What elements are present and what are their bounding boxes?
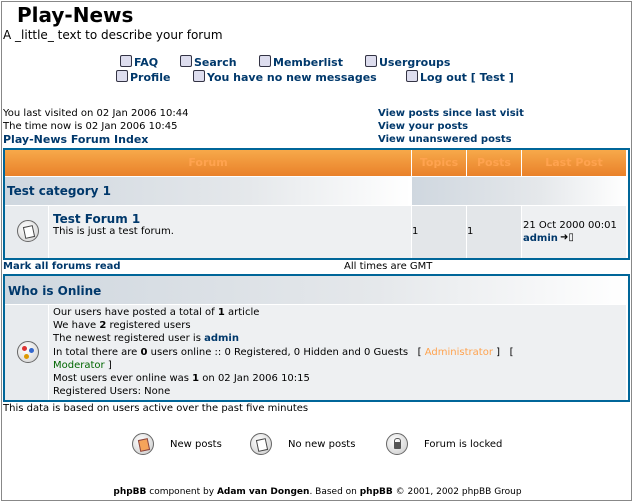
topics-count: 1	[412, 226, 419, 237]
time-now-text: The time now is 02 Jan 2006 10:45	[3, 121, 178, 132]
posts-cell: 1	[467, 206, 521, 258]
nav-usergroups[interactable]: Usergroups	[365, 55, 450, 69]
site-description: A _little_ text to describe your forum	[3, 28, 223, 42]
no-new-posts-icon	[17, 220, 39, 242]
forum-icon-cell	[5, 206, 48, 258]
legend-new-posts: New posts	[170, 439, 222, 450]
registered-users-text: We have 2 registered users	[53, 320, 191, 331]
who-is-online-title[interactable]: Who is Online	[8, 284, 101, 298]
usergroups-icon	[365, 55, 377, 67]
column-header-forum: Forum	[5, 150, 411, 176]
profile-icon	[116, 70, 128, 82]
users-online-text: In total there are 0 users online :: 0 R…	[53, 347, 514, 358]
nav-faq[interactable]: FAQ	[120, 55, 158, 69]
no-new-posts-legend-icon	[250, 433, 272, 455]
online-data-note: This data is based on users active over …	[3, 403, 309, 414]
forum-description: This is just a test forum.	[53, 226, 174, 237]
legend-no-new-posts: No new posts	[288, 439, 356, 450]
category-row: Test category 1	[5, 177, 411, 205]
total-articles-text: Our users have posted a total of 1 artic…	[53, 307, 260, 318]
mark-forums-read-link[interactable]: Mark all forums read	[3, 261, 121, 272]
legend-moderator: Moderator	[53, 360, 105, 371]
legend-administrator: Administrator	[424, 347, 493, 358]
timezone-text: All times are GMT	[344, 261, 433, 272]
view-unanswered-link[interactable]: View unanswered posts	[378, 134, 512, 145]
who-is-online-header: Who is Online	[5, 276, 626, 304]
view-your-posts-link[interactable]: View your posts	[378, 121, 468, 132]
memberlist-icon	[259, 55, 271, 67]
latest-post-arrow-icon[interactable]: ➜▯	[560, 232, 574, 243]
footer-author-link[interactable]: Adam van Dongen	[217, 487, 310, 497]
column-header-topics: Topics	[412, 150, 466, 176]
nav-profile[interactable]: Profile	[116, 70, 170, 84]
nav-search[interactable]: Search	[180, 55, 237, 69]
column-header-posts: Posts	[467, 150, 521, 176]
nav-memberlist[interactable]: Memberlist	[259, 55, 343, 69]
category-title[interactable]: Test category 1	[7, 184, 111, 198]
legend-forum-locked: Forum is locked	[424, 439, 503, 450]
search-icon	[180, 55, 192, 67]
site-title: Play-News	[17, 3, 134, 27]
footer: phpBB component by Adam van Dongen. Base…	[113, 487, 522, 497]
faq-icon	[120, 55, 132, 67]
topics-cell: 1	[412, 206, 466, 258]
forum-name-cell: Test Forum 1 This is just a test forum.	[49, 206, 411, 258]
footer-phpbb-link-2[interactable]: phpBB	[360, 487, 393, 497]
moderator-legend-line: Moderator ]	[53, 360, 112, 371]
locked-icon	[386, 433, 408, 455]
last-visit-text: You last visited on 02 Jan 2006 10:44	[3, 108, 189, 119]
last-post-date: 21 Oct 2000 00:01	[523, 220, 617, 231]
nav-logout[interactable]: Log out [ Test ]	[406, 70, 514, 84]
forum-index-link[interactable]: Play-News Forum Index	[3, 133, 148, 146]
online-icon-cell	[5, 305, 48, 400]
new-posts-icon	[132, 433, 154, 455]
nav-messages[interactable]: You have no new messages	[193, 70, 377, 84]
record-online-text: Most users ever online was 1 on 02 Jan 2…	[53, 373, 310, 384]
whosonline-icon	[17, 341, 39, 363]
registered-users-online-text: Registered Users: None	[53, 386, 171, 397]
newest-user-link[interactable]: admin	[204, 333, 239, 344]
logout-icon	[406, 70, 418, 82]
last-post-user[interactable]: admin	[523, 233, 558, 244]
messages-icon	[193, 70, 205, 82]
view-posts-since-last-link[interactable]: View posts since last visit	[378, 108, 524, 119]
last-post-cell: 21 Oct 2000 00:01 admin ➜▯	[522, 206, 626, 258]
forum-link[interactable]: Test Forum 1	[53, 212, 140, 226]
footer-phpbb-link[interactable]: phpBB	[113, 487, 146, 497]
newest-user-text: The newest registered user is admin	[53, 333, 239, 344]
column-header-last-post: Last Post	[522, 150, 626, 176]
posts-count: 1	[467, 226, 474, 237]
category-row-fill	[412, 177, 626, 205]
